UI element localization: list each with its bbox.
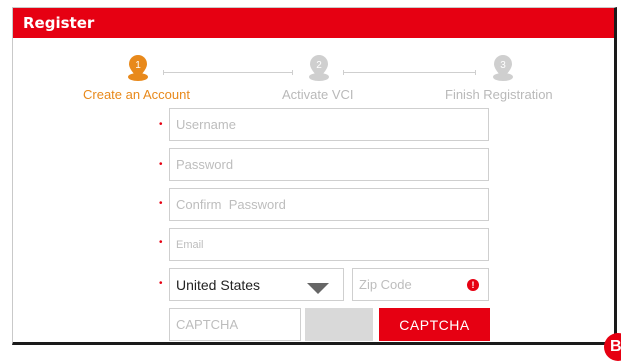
step-connector-2 [343, 70, 476, 75]
step-3-label: Finish Registration [445, 87, 553, 102]
corner-badge: B [604, 333, 621, 361]
step-connector-1 [163, 70, 293, 75]
step-2-label: Activate VCI [282, 87, 354, 102]
username-input[interactable] [169, 108, 489, 141]
email-input[interactable] [169, 228, 489, 261]
step-3-number: 3 [500, 60, 506, 71]
captcha-button[interactable]: CAPTCHA [379, 308, 490, 341]
error-icon: ! [467, 279, 479, 291]
required-mark: • [159, 198, 163, 209]
title-bar: Register [13, 8, 614, 38]
step-2-pin-icon: 2 [309, 55, 329, 81]
required-mark: • [159, 237, 163, 248]
step-1-label: Create an Account [83, 87, 190, 102]
captcha-image[interactable] [305, 308, 373, 341]
step-1-pin-icon: 1 [128, 55, 148, 81]
required-mark: • [159, 119, 163, 130]
register-dialog: Register 1 2 3 Create an Account Activat… [12, 7, 617, 345]
confirm-password-input[interactable] [169, 188, 489, 221]
step-2-number: 2 [316, 60, 322, 71]
password-input[interactable] [169, 148, 489, 181]
captcha-input[interactable] [169, 308, 301, 341]
chevron-down-icon [307, 283, 329, 294]
required-mark: • [159, 278, 163, 289]
step-1-number: 1 [135, 60, 141, 71]
country-select[interactable]: United States [169, 268, 344, 301]
step-3-pin-icon: 3 [493, 55, 513, 81]
required-mark: • [159, 159, 163, 170]
dialog-title: Register [23, 14, 95, 32]
country-select-value: United States [176, 277, 261, 293]
